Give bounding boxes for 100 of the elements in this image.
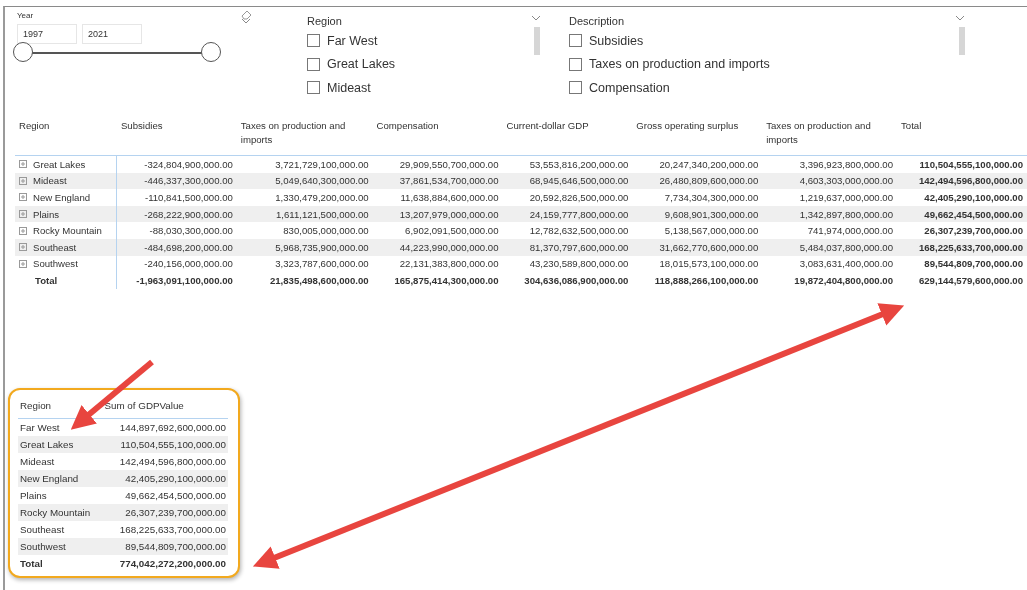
slider-handle[interactable] xyxy=(13,42,33,62)
table-cell: -110,841,500,000.00 xyxy=(116,189,237,206)
table-cell: 20,247,340,200,000.00 xyxy=(632,155,763,173)
row-header: Plains xyxy=(18,487,103,504)
table-cell: 53,553,816,200,000.00 xyxy=(502,155,633,173)
table-cell: 168,225,633,700,000.00 xyxy=(897,238,1027,256)
slicer-item-label[interactable]: Great Lakes xyxy=(327,57,396,72)
table-cell: 26,307,239,700,000.00 xyxy=(897,222,1027,239)
column-header[interactable]: Subsidies xyxy=(116,117,237,156)
row-header: Southeast xyxy=(33,241,77,253)
column-header[interactable]: Taxes on production and imports xyxy=(236,117,373,156)
table-cell: 37,861,534,700,000.00 xyxy=(372,172,503,190)
checkbox[interactable] xyxy=(307,81,320,95)
table-cell: 24,159,777,800,000.00 xyxy=(502,205,633,223)
scrollbar[interactable] xyxy=(959,27,965,55)
table-cell: 26,480,809,600,000.00 xyxy=(632,172,763,190)
table-cell: 144,897,692,600,000.00 xyxy=(102,418,228,436)
row-header: Rocky Mountain xyxy=(33,225,102,237)
expand-icon[interactable] xyxy=(19,259,27,268)
column-header[interactable]: Current-dollar GDP xyxy=(502,117,633,156)
slicer-title: Region xyxy=(307,15,342,27)
column-header[interactable]: Gross operating surplus xyxy=(632,117,763,156)
chevron-down-icon[interactable] xyxy=(531,15,541,21)
table-cell: 5,049,640,300,000.00 xyxy=(236,172,373,190)
column-header[interactable]: Region xyxy=(15,117,117,156)
column-header[interactable]: Sum of GDPValue xyxy=(102,398,228,419)
checkbox[interactable] xyxy=(569,34,582,48)
eraser-icon[interactable] xyxy=(241,10,252,20)
table-cell: 26,307,239,700,000.00 xyxy=(102,504,228,521)
table-cell: -268,222,900,000.00 xyxy=(116,205,237,223)
table-cell: 741,974,000,000.00 xyxy=(762,222,898,239)
expand-icon[interactable] xyxy=(19,210,27,219)
row-header: Rocky Mountain xyxy=(18,504,103,521)
checkbox[interactable] xyxy=(307,34,320,48)
table-cell: 3,323,787,600,000.00 xyxy=(236,255,373,273)
table-cell: 7,734,304,300,000.00 xyxy=(632,189,763,206)
expand-icon[interactable] xyxy=(19,160,27,169)
total-cell: 774,042,272,200,000.00 xyxy=(102,555,228,572)
row-header: New England xyxy=(18,470,103,487)
scrollbar[interactable] xyxy=(534,27,540,55)
total-cell-text: 629,144,579,600,000.00 xyxy=(917,273,1024,288)
end-year-field[interactable]: 2021 xyxy=(82,24,142,44)
expand-icon[interactable] xyxy=(19,193,27,202)
table-cell: 830,005,000,000.00 xyxy=(236,222,373,239)
slicer-item-label[interactable]: Far West xyxy=(327,33,378,48)
table-cell: 20,592,826,500,000.00 xyxy=(502,189,633,206)
table-cell: 1,342,897,800,000.00 xyxy=(762,205,898,223)
row-header: Southwest xyxy=(18,538,103,555)
table-cell: 5,968,735,900,000.00 xyxy=(236,238,373,256)
column-header[interactable]: Compensation xyxy=(372,117,503,156)
total-label: Total xyxy=(15,272,117,289)
total-label: Total xyxy=(18,555,103,572)
slicer-item-label[interactable]: Mideast xyxy=(327,80,371,95)
table-cell: 31,662,770,600,000.00 xyxy=(632,238,763,256)
table-cell: 81,370,797,600,000.00 xyxy=(502,238,633,256)
table-cell: -446,337,300,000.00 xyxy=(116,172,237,190)
row-header: Southeast xyxy=(18,521,103,538)
row-header: Mideast xyxy=(33,175,67,187)
table-cell: 89,544,809,700,000.00 xyxy=(897,255,1027,273)
table-cell: 1,219,637,000,000.00 xyxy=(762,189,898,206)
total-cell-text: 21,835,498,600,000.00 xyxy=(268,273,370,288)
table-cell: 9,608,901,300,000.00 xyxy=(632,205,763,223)
table-cell: 49,662,454,500,000.00 xyxy=(102,487,228,504)
total-cell: -1,963,091,100,000.00 xyxy=(116,272,237,289)
table-cell: 22,131,383,800,000.00 xyxy=(372,255,503,273)
expand-icon[interactable] xyxy=(19,226,27,235)
table-cell: 42,405,290,100,000.00 xyxy=(102,470,228,487)
table-cell: -484,698,200,000.00 xyxy=(116,238,237,256)
table-cell: 1,611,121,500,000.00 xyxy=(236,205,373,223)
checkbox[interactable] xyxy=(569,57,582,71)
slicer-item-label[interactable]: Subsidies xyxy=(589,33,644,48)
chevron-down-icon[interactable] xyxy=(955,15,965,21)
expand-icon[interactable] xyxy=(19,243,27,252)
expand-icon[interactable] xyxy=(19,176,27,185)
total-cell-text: 165,875,414,300,000.00 xyxy=(393,273,500,288)
slicer-item-label[interactable]: Compensation xyxy=(589,80,670,95)
table-cell: 29,909,550,700,000.00 xyxy=(372,155,503,173)
start-year-field[interactable]: 1997 xyxy=(17,24,77,44)
checkbox[interactable] xyxy=(569,81,582,95)
column-header[interactable]: Taxes on production and imports xyxy=(762,117,898,156)
table-cell: 89,544,809,700,000.00 xyxy=(102,538,228,555)
table-cell: 11,638,884,600,000.00 xyxy=(372,189,503,206)
table-cell: 49,662,454,500,000.00 xyxy=(897,205,1027,223)
table-cell: 6,902,091,500,000.00 xyxy=(372,222,503,239)
chevron-down-icon[interactable] xyxy=(241,18,251,24)
row-header: Great Lakes xyxy=(18,436,103,453)
slider-handle[interactable] xyxy=(201,42,221,62)
table-cell: 5,138,567,000,000.00 xyxy=(632,222,763,239)
table-cell: 42,405,290,100,000.00 xyxy=(897,189,1027,206)
slicer-item-label[interactable]: Taxes on production and imports xyxy=(589,57,770,72)
table-cell: 3,396,923,800,000.00 xyxy=(762,155,898,173)
row-header: Plains xyxy=(33,208,60,220)
total-cell-text: 304,636,086,900,000.00 xyxy=(523,273,630,288)
checkbox[interactable] xyxy=(307,57,320,71)
table-cell: 142,494,596,800,000.00 xyxy=(102,453,228,470)
table-cell: -324,804,900,000.00 xyxy=(116,155,237,173)
column-header[interactable]: Region xyxy=(18,398,103,419)
column-header[interactable]: Total xyxy=(897,117,1027,156)
row-header: Southwest xyxy=(33,258,78,270)
table-cell: 12,782,632,500,000.00 xyxy=(502,222,633,239)
